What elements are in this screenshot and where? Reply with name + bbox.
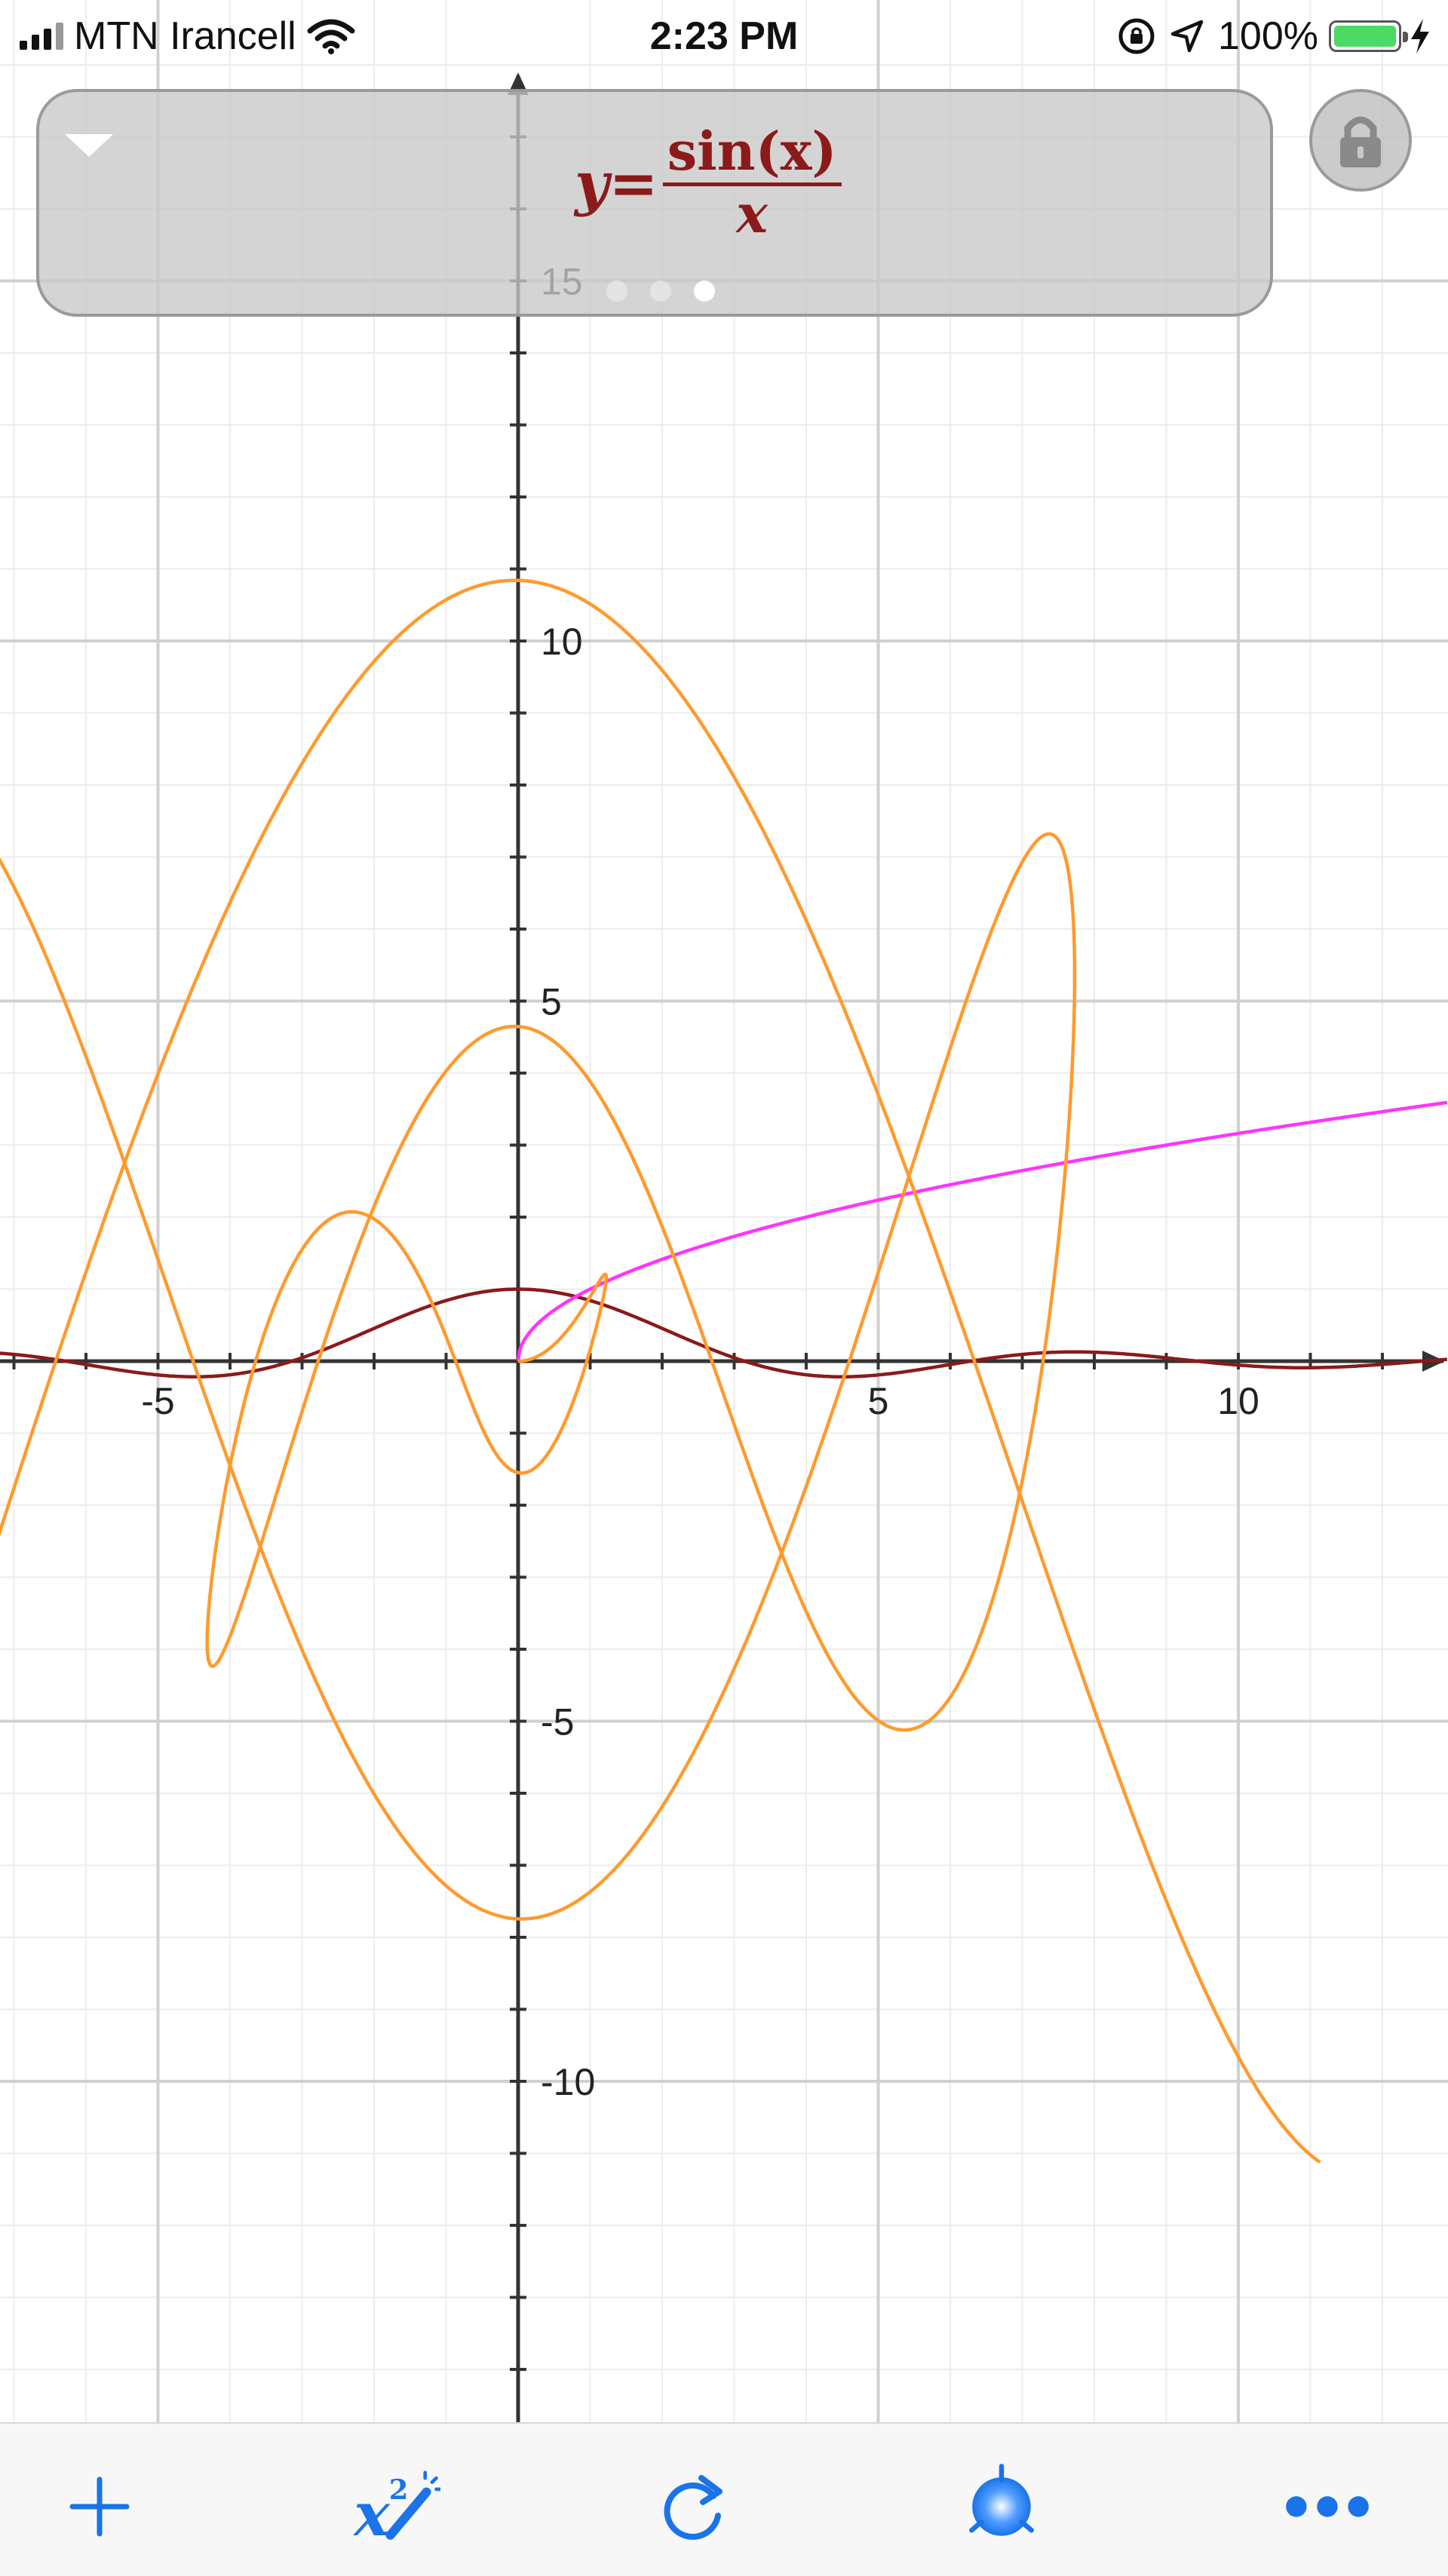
tick-labels: -551015105-5-10: [141, 261, 1259, 2104]
reset-view-button[interactable]: [650, 2461, 741, 2552]
graph-canvas[interactable]: -551015105-5-10: [0, 0, 1448, 2574]
x-tick-label: 10: [1217, 1380, 1259, 1422]
function-panel[interactable]: y= sin(x) x: [36, 89, 1273, 317]
signal-strength-icon: [20, 23, 63, 50]
svg-text:2: 2: [389, 2473, 409, 2506]
formula-fraction: sin(x) x: [662, 125, 842, 245]
add-function-button[interactable]: [54, 2461, 145, 2552]
sqrt-curve: [516, 1100, 1448, 1362]
page-dot-active[interactable]: [694, 281, 715, 302]
y-tick-label: -5: [541, 1701, 574, 1743]
battery-percent: 100%: [1218, 14, 1318, 58]
status-bar: MTN Irancell 2:23 PM 100%: [0, 0, 1448, 72]
theme-icon: [969, 2464, 1034, 2536]
sinc-curve: [0, 1287, 1448, 1378]
carrier-name: MTN Irancell: [74, 14, 296, 58]
charging-bolt-icon: [1411, 19, 1429, 54]
collapse-arrow-icon[interactable]: [65, 134, 113, 157]
y-tick-label: 5: [541, 981, 562, 1023]
svg-text:x: x: [353, 2479, 391, 2548]
bottom-toolbar: x 2: [0, 2422, 1448, 2576]
y-tick-label: 10: [541, 621, 583, 663]
battery-icon: [1329, 20, 1408, 52]
reset-icon: [664, 2475, 722, 2541]
status-left: MTN Irancell: [20, 9, 355, 63]
page-dot[interactable]: [650, 281, 671, 302]
edit-formula-button[interactable]: x 2: [350, 2461, 440, 2552]
lock-button[interactable]: [1309, 89, 1412, 192]
spiral-curve: [0, 578, 1321, 2164]
status-right: 100%: [1117, 9, 1433, 63]
x-tick-label: -5: [141, 1380, 174, 1422]
formula-display[interactable]: y= sin(x) x: [575, 125, 842, 242]
grid-major-lines: [0, 0, 1448, 2574]
function-curves: [0, 578, 1448, 2164]
formula-lhs: y=: [575, 149, 658, 218]
page-indicator[interactable]: [606, 281, 715, 302]
grid-minor-lines: [0, 0, 1448, 2574]
formula-denominator: x: [736, 182, 768, 245]
add-icon: [69, 2476, 130, 2537]
orientation-lock-icon: [1118, 18, 1155, 54]
theme-button[interactable]: [956, 2461, 1047, 2552]
location-arrow-icon: [1170, 20, 1204, 53]
page-dot[interactable]: [606, 281, 627, 302]
formula-edit-icon: x 2: [353, 2470, 440, 2548]
lock-icon: [1340, 116, 1381, 167]
y-tick-label: -10: [541, 2061, 595, 2103]
formula-numerator: sin(x): [662, 125, 842, 186]
wifi-icon: [307, 19, 355, 54]
more-options-button[interactable]: [1282, 2461, 1373, 2552]
more-icon: [1286, 2496, 1369, 2517]
x-tick-label: 5: [868, 1380, 889, 1422]
axis-ticks: [12, 135, 1384, 2371]
